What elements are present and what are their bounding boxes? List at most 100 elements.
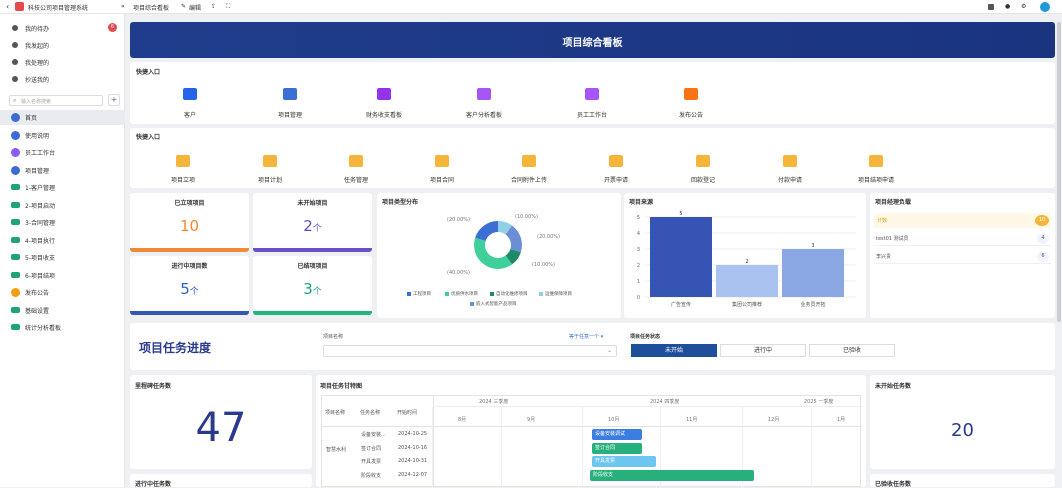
manager-count: 6	[1037, 251, 1049, 262]
sidebar-nav-item[interactable]: 2-项目启动	[0, 198, 125, 213]
bar-value-label: 2	[745, 259, 748, 265]
gantt-start: 2024-12-07	[398, 471, 428, 478]
quick-entry-label[interactable]: 客户	[184, 110, 196, 119]
quick-entry-label[interactable]: 项目立项	[171, 175, 195, 184]
gantt-gridline	[501, 407, 502, 488]
sidebar-nav-item[interactable]: 6-项目结项	[0, 268, 125, 283]
quick-entry-icon[interactable]	[585, 88, 599, 100]
quick-entry-icon[interactable]	[263, 155, 277, 167]
legend-swatch	[539, 292, 543, 296]
name-select[interactable]: ⌄	[323, 345, 617, 357]
sidebar-nav-label: 首页	[25, 115, 38, 122]
quick-entry-label[interactable]: 项目计划	[258, 175, 282, 184]
gantt-gridline	[811, 407, 812, 488]
quick-entry-label[interactable]: 发布公告	[679, 110, 703, 119]
page-title: 项目综合看板	[562, 38, 623, 49]
legend-swatch	[445, 292, 449, 296]
quick-entry-icon[interactable]	[609, 155, 623, 167]
sidebar-nav-item[interactable]: 统计分析看板	[0, 320, 125, 335]
gantt-task: 阶段收支	[361, 472, 382, 479]
quick-entry-icon[interactable]	[176, 155, 190, 167]
sidebar-nav-item[interactable]: 使用说明	[0, 128, 125, 143]
quick-entry-label[interactable]: 合同附件上传	[511, 175, 547, 184]
legend-label: 优质供水项目	[451, 292, 478, 297]
status-tab[interactable]: 进行中	[720, 344, 806, 357]
quick-entry-label[interactable]: 财务收支看板	[366, 110, 402, 119]
sidebar-nav-item[interactable]: 首页	[0, 110, 125, 125]
avatar[interactable]	[1040, 2, 1050, 12]
edit-icon[interactable]: ✎	[181, 3, 186, 10]
quick-entry-label[interactable]: 付款申请	[778, 175, 802, 184]
quick-entry-icon[interactable]	[349, 155, 363, 167]
quick-entry-label[interactable]: 任务管理	[344, 175, 368, 184]
gantt-bar[interactable]: 签订合同	[592, 442, 642, 454]
sidebar-search[interactable]: ⌕ 输入名称搜索	[9, 95, 103, 106]
quick-entry-icon[interactable]	[283, 88, 297, 100]
legend-swatch	[470, 302, 474, 306]
gantt-quarter: 2024 三季度	[479, 399, 509, 405]
quick-entry-label[interactable]: 客户分析看板	[466, 110, 502, 119]
settings-icon[interactable]: ⚙	[1021, 3, 1026, 10]
quick-entry-icon[interactable]	[477, 88, 491, 100]
fullscreen-icon[interactable]: ⛶	[226, 3, 230, 11]
sidebar-nav-label: 4-项目执行	[25, 237, 55, 245]
collapse-icon[interactable]: «	[121, 3, 125, 10]
quick-entry-label[interactable]: 项目合同	[430, 175, 454, 184]
sidebar-nav-item[interactable]: 发布公告	[0, 285, 125, 300]
sidebar-item[interactable]: 我处理的	[0, 55, 125, 70]
grid-icon[interactable]	[988, 4, 994, 10]
quick-entry-icon[interactable]	[183, 88, 197, 100]
donut-slice	[474, 237, 513, 269]
quick-entry-icon[interactable]	[522, 155, 536, 167]
chevron-down-icon: ⌄	[606, 347, 612, 354]
scrollbar[interactable]	[1057, 22, 1061, 322]
app-icon	[11, 130, 20, 140]
quick-entry-icon[interactable]	[684, 88, 698, 100]
sidebar-item-label: 我发起的	[25, 43, 50, 50]
gantt-bar[interactable]: 开具发票	[592, 456, 656, 467]
cc-icon	[12, 76, 18, 82]
quick-entry-icon[interactable]	[377, 88, 391, 100]
quick-entry-icon[interactable]	[869, 155, 883, 167]
filter-dropdown[interactable]: 等于任意一个 ▾	[569, 333, 603, 340]
sidebar-item-label: 我处理的	[25, 60, 50, 67]
y-tick-label: 1	[637, 279, 640, 285]
share-icon[interactable]: ⇪	[211, 3, 216, 10]
gantt-bar[interactable]: 设备安装调试	[592, 429, 642, 440]
sidebar-nav-item[interactable]: 4-项目执行	[0, 233, 125, 248]
quick-entry-icon[interactable]	[696, 155, 710, 167]
notstarted-value: 20	[951, 420, 974, 441]
quick-entry-label[interactable]: 员工工作台	[577, 110, 607, 119]
search-input[interactable]: 输入名称搜索	[21, 98, 51, 105]
back-icon[interactable]: ‹	[6, 2, 9, 11]
sidebar-item[interactable]: 抄送我的	[0, 72, 125, 87]
bell-icon[interactable]: ●	[1005, 3, 1010, 10]
app-icon	[11, 148, 20, 157]
quick-entry-label[interactable]: 项目管理	[278, 110, 302, 119]
stat-number: 3	[303, 280, 313, 298]
sidebar-nav-item[interactable]: 基础设置	[0, 303, 125, 318]
quick-entry-icon[interactable]	[435, 155, 449, 167]
card-title: 未开始任务数	[875, 383, 912, 390]
status-tab[interactable]: 未开始	[631, 344, 717, 357]
quick-entry-icon[interactable]	[783, 155, 797, 167]
sidebar-nav-item[interactable]: 5-项目收支	[0, 250, 125, 265]
sidebar-nav-item[interactable]: 员工工作台	[0, 145, 125, 160]
notstarted-card: 未开始任务数 20	[870, 375, 1055, 469]
quick-entry-label[interactable]: 开票申请	[604, 175, 628, 184]
stat-unit: 个	[312, 224, 322, 234]
edit-button[interactable]: 编辑	[189, 3, 201, 12]
sidebar-nav-item[interactable]: 1-客户管理	[0, 180, 125, 195]
legend-label: 运维保障项目	[545, 292, 572, 297]
sidebar-item[interactable]: 我的待办 6	[0, 21, 125, 36]
sidebar-nav-item[interactable]: 3-合同管理	[0, 215, 125, 230]
stat-accent-bar	[253, 311, 372, 315]
quick-entry-label[interactable]: 回款登记	[691, 175, 715, 184]
sidebar-nav-item[interactable]: 项目管理	[0, 163, 125, 178]
add-icon[interactable]: +	[108, 94, 120, 106]
quick-entry-label[interactable]: 项目结项申请	[858, 175, 894, 184]
gantt-month: 11月	[686, 417, 698, 423]
sidebar-item[interactable]: 我发起的	[0, 38, 125, 53]
status-tab[interactable]: 已验收	[809, 344, 895, 357]
gantt-bar[interactable]: 阶段收支	[590, 469, 754, 481]
